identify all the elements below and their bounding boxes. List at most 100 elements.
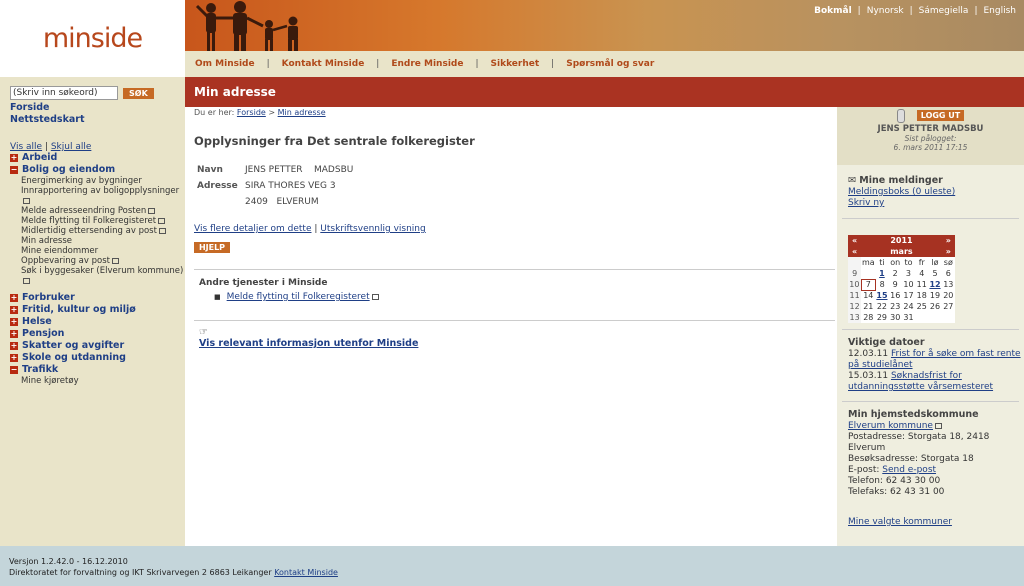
category-item[interactable]: Midlertidig ettersending av post xyxy=(10,226,185,236)
other-service-link[interactable]: Melde flytting til Folkeregisteret xyxy=(227,292,370,302)
calendar-day[interactable]: 8 xyxy=(875,279,888,290)
category-2[interactable]: + Forbruker xyxy=(10,292,185,304)
hide-all-link[interactable]: Skjul alle xyxy=(51,142,92,152)
send-email-link[interactable]: Send e-post xyxy=(882,465,936,475)
calendar-day[interactable]: 4 xyxy=(915,268,928,279)
calendar-day[interactable]: 28 xyxy=(861,312,875,323)
category-item[interactable]: Mine eiendommer xyxy=(10,246,185,256)
category-1[interactable]: − Bolig og eiendom xyxy=(10,164,185,176)
category-item[interactable]: Min adresse xyxy=(10,236,185,246)
expand-icon[interactable]: + xyxy=(10,294,18,302)
expand-icon[interactable]: + xyxy=(10,342,18,350)
calendar-day[interactable]: 13 xyxy=(942,279,955,290)
help-button[interactable]: HJELP xyxy=(194,242,230,253)
calendar-day[interactable]: 11 xyxy=(915,279,928,290)
collapse-icon[interactable]: − xyxy=(10,366,18,374)
calendar-day[interactable]: 17 xyxy=(902,290,915,301)
category-4[interactable]: + Helse xyxy=(10,316,185,328)
collapse-icon[interactable]: − xyxy=(10,166,18,174)
calendar-day[interactable]: 3 xyxy=(902,268,915,279)
category-6[interactable]: + Skatter og avgifter xyxy=(10,340,185,352)
municipality-link[interactable]: Elverum kommune xyxy=(848,421,933,431)
link-nettstedskart[interactable]: Nettstedskart xyxy=(10,114,185,126)
calendar-day[interactable]: 9 xyxy=(889,279,902,290)
more-details-link[interactable]: Vis flere detaljer om dette xyxy=(194,224,312,234)
nav-endre-minside[interactable]: Endre Minside xyxy=(391,59,463,69)
calendar-prev-month[interactable]: « xyxy=(848,246,862,257)
calendar-day[interactable]: 26 xyxy=(928,301,941,312)
calendar-day[interactable]: 18 xyxy=(915,290,928,301)
calendar-day[interactable]: 24 xyxy=(902,301,915,312)
lang-bokmal[interactable]: Bokmål xyxy=(814,6,852,16)
category-3[interactable]: + Fritid, kultur og miljø xyxy=(10,304,185,316)
category-7[interactable]: + Skole og utdanning xyxy=(10,352,185,364)
calendar-day[interactable]: 12 xyxy=(928,279,941,290)
category-item[interactable]: Melde flytting til Folkeregisteret xyxy=(10,216,185,226)
nav-om-minside[interactable]: Om Minside xyxy=(195,59,255,69)
my-municipalities-link[interactable]: Mine valgte kommuner xyxy=(848,517,952,527)
calendar-day xyxy=(942,312,955,323)
nav-sikkerhet[interactable]: Sikkerhet xyxy=(491,59,540,69)
relevant-info-link[interactable]: Vis relevant informasjon utenfor Minside xyxy=(199,338,418,349)
expand-icon[interactable]: + xyxy=(10,330,18,338)
inbox-link[interactable]: Meldingsboks (0 uleste) xyxy=(848,187,955,197)
calendar-day[interactable]: 16 xyxy=(889,290,902,301)
calendar-day[interactable]: 29 xyxy=(875,312,888,323)
search-input[interactable] xyxy=(10,86,118,100)
calendar-day[interactable]: 10 xyxy=(902,279,915,290)
calendar-prev-year[interactable]: « xyxy=(848,235,862,246)
section-heading: Opplysninger fra Det sentrale folkeregis… xyxy=(194,134,475,148)
breadcrumb-forside[interactable]: Forside xyxy=(237,108,266,117)
category-5[interactable]: + Pensjon xyxy=(10,328,185,340)
calendar-day[interactable]: 22 xyxy=(875,301,888,312)
expand-icon[interactable]: + xyxy=(10,318,18,326)
calendar-day[interactable]: 15 xyxy=(875,290,888,301)
search-button[interactable]: SØK xyxy=(123,87,154,99)
calendar-day[interactable]: 2 xyxy=(889,268,902,279)
category-item[interactable]: Melde adresseendring Posten xyxy=(10,206,185,216)
calendar-next-month[interactable]: » xyxy=(941,246,955,257)
category-item[interactable]: Energimerking av bygninger xyxy=(10,176,185,186)
breadcrumb-min-adresse[interactable]: Min adresse xyxy=(278,108,326,117)
calendar-day[interactable]: 1 xyxy=(875,268,888,279)
lang-english[interactable]: English xyxy=(984,6,1017,16)
calendar-day[interactable]: 27 xyxy=(942,301,955,312)
category-item[interactable]: Søk i byggesaker (Elverum kommune) xyxy=(10,266,185,286)
category-item[interactable]: Innrapportering av boligopplysninger xyxy=(10,186,185,206)
calendar-next-year[interactable]: » xyxy=(941,235,955,246)
expand-icon[interactable]: + xyxy=(10,154,18,162)
expand-icon[interactable]: + xyxy=(10,306,18,314)
nav-kontakt-minside[interactable]: Kontakt Minside xyxy=(282,59,365,69)
calendar-day[interactable]: 5 xyxy=(928,268,941,279)
lang-nynorsk[interactable]: Nynorsk xyxy=(867,6,904,16)
link-forside[interactable]: Forside xyxy=(10,102,185,114)
calendar-day[interactable]: 25 xyxy=(915,301,928,312)
write-new-link[interactable]: Skriv ny xyxy=(848,198,884,208)
footer-contact-link[interactable]: Kontakt Minside xyxy=(274,568,338,577)
lang-samegiella[interactable]: Sámegiella xyxy=(919,6,969,16)
logout-button[interactable]: LOGG UT xyxy=(916,110,965,121)
calendar-day[interactable]: 21 xyxy=(861,301,875,312)
calendar-weekday: on xyxy=(890,258,901,267)
expand-icon[interactable]: + xyxy=(10,354,18,362)
calendar-day[interactable]: 31 xyxy=(902,312,915,323)
category-0[interactable]: + Arbeid xyxy=(10,152,185,164)
category-8[interactable]: − Trafikk xyxy=(10,364,185,376)
calendar-day[interactable]: 7 xyxy=(860,278,876,291)
calendar-day[interactable]: 20 xyxy=(942,290,955,301)
calendar-day[interactable]: 30 xyxy=(889,312,902,323)
expand-collapse-links: Vis alle | Skjul alle xyxy=(10,142,92,152)
logo[interactable]: minside xyxy=(0,0,185,77)
calendar: « 2011 » « mars » ma ti on to fr lø sø 9 1 2 3 4 5 6 1… xyxy=(848,235,955,323)
calendar-day[interactable]: 19 xyxy=(928,290,941,301)
date-1: 12.03.11 xyxy=(848,349,889,359)
calendar-day[interactable]: 6 xyxy=(942,268,955,279)
category-item[interactable]: Oppbevaring av post xyxy=(10,256,185,266)
calendar-day[interactable]: 14 xyxy=(861,290,875,301)
nav-sporsmal-og-svar[interactable]: Spørsmål og svar xyxy=(566,59,654,69)
print-view-link[interactable]: Utskriftsvennlig visning xyxy=(320,224,425,234)
category-item-label: Energimerking av bygninger xyxy=(21,176,142,186)
category-item[interactable]: Mine kjøretøy xyxy=(10,376,185,386)
calendar-day[interactable]: 23 xyxy=(889,301,902,312)
show-all-link[interactable]: Vis alle xyxy=(10,142,42,152)
